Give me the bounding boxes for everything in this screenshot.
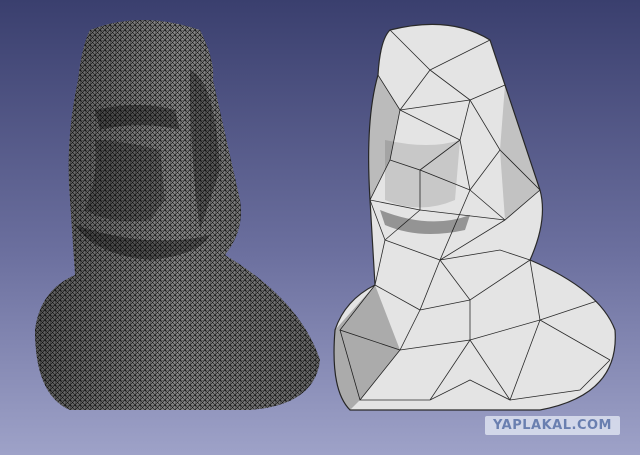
mesh-scene[interactable] <box>0 0 640 455</box>
3d-viewport[interactable]: YAPLAKAL.COM <box>0 0 640 455</box>
watermark-logo: YAPLAKAL.COM <box>485 416 620 435</box>
fine-mesh-model[interactable] <box>30 10 325 415</box>
coarse-mesh-model[interactable] <box>333 23 616 411</box>
